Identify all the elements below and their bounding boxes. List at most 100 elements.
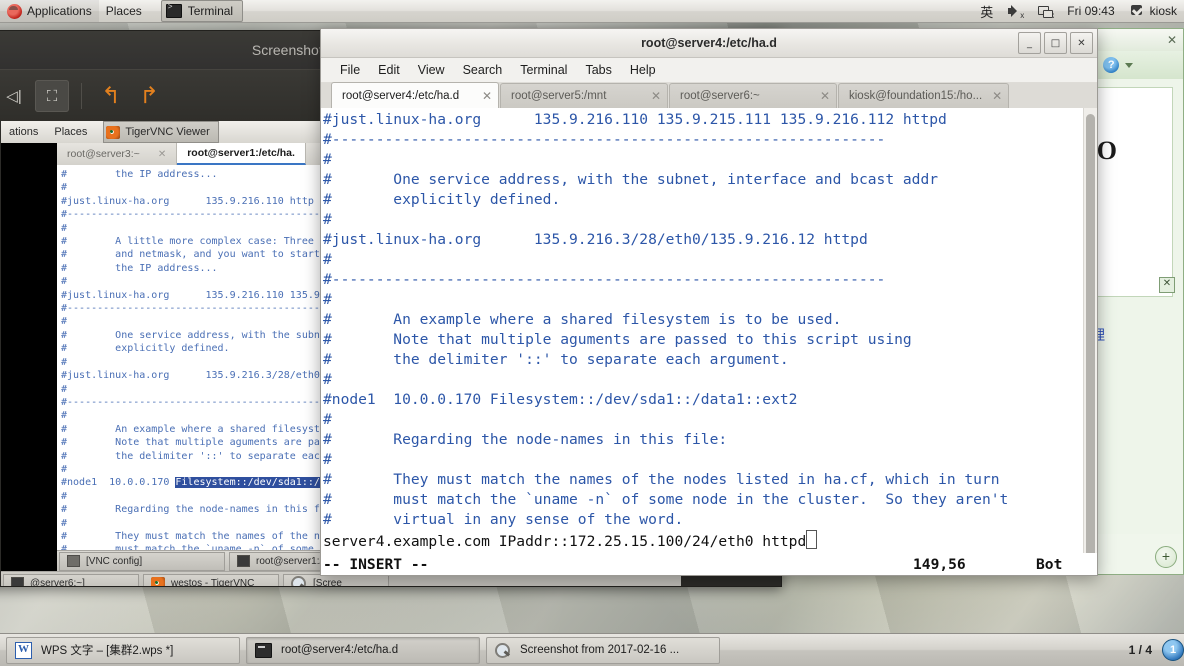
close-icon[interactable]: ✕: [992, 89, 1002, 103]
close-icon[interactable]: ✕: [651, 89, 661, 103]
vim-status-line: -- INSERT -- 149,56 Bot: [321, 553, 1097, 575]
nested-task-label: [VNC config]: [86, 555, 143, 567]
vim-mode-indicator: -- INSERT --: [323, 555, 429, 573]
terminal-body[interactable]: #just.linux-ha.org 135.9.216.110 135.9.2…: [321, 108, 1097, 575]
screenshot-icon: [291, 575, 307, 586]
network-button[interactable]: x: [1030, 0, 1060, 22]
tab-label: root@server5:/mnt: [511, 90, 607, 102]
workspace-badge[interactable]: 1: [1162, 639, 1184, 661]
workspace-counter[interactable]: 1 / 4: [1129, 643, 1152, 657]
terminal-window[interactable]: root@server4:/etc/ha.d _ □ ✕ File Edit V…: [320, 28, 1098, 576]
menu-file[interactable]: File: [331, 61, 369, 79]
terminal-titlebar[interactable]: root@server4:/etc/ha.d _ □ ✕: [321, 29, 1097, 58]
vim-text-line: # Note that multiple aguments are passed…: [323, 331, 912, 348]
window-icon: [67, 555, 80, 567]
close-icon[interactable]: ✕: [482, 89, 492, 103]
previous-image-icon[interactable]: ◁|: [0, 80, 31, 112]
vim-text-line: # the delimiter '::' to separate each ar…: [323, 351, 789, 368]
vim-text-line: # virtual in any sense of the word.: [323, 511, 684, 528]
menu-help[interactable]: Help: [621, 61, 665, 79]
toolbar-separator: [81, 83, 82, 109]
menu-edit[interactable]: Edit: [369, 61, 409, 79]
nested-outer-task-label: @server6:~]: [30, 577, 85, 587]
nested-tab-label: root@server3:~: [67, 148, 140, 160]
nested-places-label: Places: [54, 126, 88, 138]
menu-view[interactable]: View: [409, 61, 454, 79]
terminal-scrollbar[interactable]: [1083, 108, 1097, 575]
close-icon[interactable]: ✕: [1167, 33, 1177, 47]
tab-root-server6[interactable]: root@server6:~ ✕: [669, 83, 837, 108]
clock-label: Fri 09:43: [1067, 4, 1115, 18]
vim-text-line: #: [323, 151, 332, 168]
vim-edited-line[interactable]: server4.example.com IPaddr::172.25.15.10…: [323, 530, 1083, 552]
taskbar-item-wps[interactable]: W WPS 文字 – [集群2.wps *]: [6, 636, 240, 664]
volume-button[interactable]: x: [1000, 0, 1030, 22]
vim-editor-text[interactable]: #just.linux-ha.org 135.9.216.110 135.9.2…: [321, 108, 1083, 575]
vim-text-line: #: [323, 451, 332, 468]
screenshot-icon: [495, 642, 511, 658]
disconnected-x-icon: x: [1050, 11, 1055, 20]
tab-label: root@server6:~: [680, 90, 760, 102]
vim-text-line: #: [323, 291, 332, 308]
close-icon: ✕: [157, 148, 167, 160]
top-panel-tray[interactable]: 英 x x Fri 09:43 kiosk: [973, 0, 1184, 22]
text-cursor: [806, 530, 818, 549]
tab-root-server5[interactable]: root@server5:/mnt ✕: [500, 83, 668, 108]
nested-outer-task-label: westos - TigerVNC: [171, 577, 255, 587]
input-method-indicator[interactable]: 英: [973, 0, 1000, 22]
menu-tabs[interactable]: Tabs: [576, 61, 620, 79]
applications-menu[interactable]: Applications: [0, 0, 99, 22]
user-menu[interactable]: kiosk: [1122, 0, 1184, 22]
help-icon[interactable]: ?: [1103, 57, 1120, 73]
mute-x-icon: x: [1020, 11, 1025, 20]
menu-terminal[interactable]: Terminal: [511, 61, 576, 79]
terminal-menubar[interactable]: File Edit View Search Terminal Tabs Help: [321, 58, 1097, 83]
window-list-terminal-button[interactable]: Terminal: [160, 0, 244, 22]
network-disconnected-icon: x: [1037, 4, 1055, 20]
best-fit-icon[interactable]: ⛶: [35, 80, 69, 112]
terminal-icon: [165, 3, 182, 18]
tab-kiosk-foundation15[interactable]: kiosk@foundation15:/ho... ✕: [838, 83, 1010, 108]
menu-search[interactable]: Search: [454, 61, 512, 79]
clock[interactable]: Fri 09:43: [1060, 0, 1121, 22]
tigervnc-icon: [151, 576, 165, 586]
taskbar-item-label: Screenshot from 2017-02-16 ...: [520, 644, 680, 656]
tab-root-server4[interactable]: root@server4:/etc/ha.d ✕: [331, 82, 499, 108]
taskbar-item-screenshot[interactable]: Screenshot from 2017-02-16 ...: [486, 636, 720, 664]
nested-task-vnc-config: [VNC config]: [59, 551, 225, 571]
maximize-icon[interactable]: □: [1044, 32, 1067, 54]
terminal-icon: [255, 642, 272, 658]
vim-text-line: #---------------------------------------…: [323, 271, 886, 288]
wps-panel-close-icon[interactable]: ✕: [1159, 277, 1175, 293]
taskbar-item-terminal[interactable]: root@server4:/etc/ha.d: [246, 636, 480, 664]
nested-window-button: TigerVNC Viewer: [103, 121, 219, 143]
vim-text-line: #just.linux-ha.org 135.9.216.110 135.9.2…: [323, 111, 947, 128]
terminal-scrollbar-thumb[interactable]: [1086, 114, 1095, 569]
places-menu[interactable]: Places: [99, 0, 149, 22]
close-icon[interactable]: ✕: [820, 89, 830, 103]
top-panel[interactable]: Applications Places Terminal 英 x x Fri 0…: [0, 0, 1184, 23]
terminal-icon: [11, 577, 24, 586]
vim-text-line: #just.linux-ha.org 135.9.216.3/28/eth0/1…: [323, 231, 868, 248]
vim-text-line: # One service address, with the subnet, …: [323, 171, 939, 188]
vim-file-location: Bot: [1036, 555, 1063, 573]
vim-text-line: # explicitly defined.: [323, 191, 561, 208]
tab-label: root@server4:/etc/ha.d: [342, 89, 460, 102]
nested-tab-server1: root@server1:/etc/ha.: [177, 143, 306, 165]
taskbar-right[interactable]: 1 / 4 1: [1129, 639, 1184, 661]
nested-outer-task-label: [Scree: [313, 577, 342, 587]
terminal-icon: [237, 555, 250, 567]
bottom-taskbar[interactable]: W WPS 文字 – [集群2.wps *] root@server4:/etc…: [0, 633, 1184, 666]
input-method-label: 英: [980, 4, 994, 20]
redhat-logo-icon: [7, 3, 22, 19]
nested-black-area: [1, 143, 57, 571]
wps-icon: W: [15, 641, 32, 659]
wps-zoom-in-button[interactable]: +: [1155, 546, 1177, 568]
minimize-icon[interactable]: _: [1018, 32, 1041, 54]
chevron-down-icon[interactable]: [1125, 62, 1134, 68]
window-controls[interactable]: _ □ ✕: [1018, 32, 1093, 54]
rotate-right-icon[interactable]: ↱: [132, 80, 166, 112]
terminal-tab-bar[interactable]: root@server4:/etc/ha.d ✕ root@server5:/m…: [321, 82, 1097, 108]
close-icon[interactable]: ✕: [1070, 32, 1093, 54]
rotate-left-icon[interactable]: ↰: [94, 80, 128, 112]
